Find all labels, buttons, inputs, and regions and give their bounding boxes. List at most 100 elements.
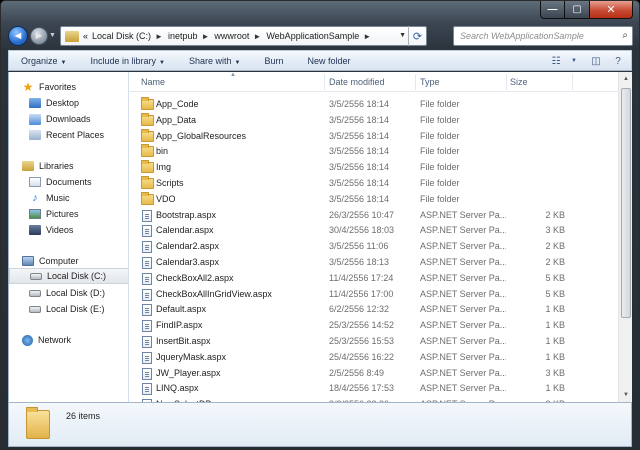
- file-name: App_GlobalResources: [156, 130, 247, 141]
- folder-row[interactable]: App_Data 3/5/2556 18:14 File folder: [130, 112, 618, 129]
- column-divider[interactable]: [506, 74, 507, 90]
- file-date-modified: 25/3/2556 14:52: [329, 320, 395, 331]
- folder-row[interactable]: Img 3/5/2556 18:14 File folder: [130, 160, 618, 176]
- file-name: Scripts: [156, 178, 184, 188]
- content-area: ★ Favorites Desktop Downloads Recent Pla…: [8, 72, 632, 402]
- file-row[interactable]: Calendar2.aspx 3/5/2556 11:06 ASP.NET Serv…: [130, 239, 618, 255]
- vertical-scrollbar[interactable]: ▲ ▼: [618, 72, 632, 402]
- file-row[interactable]: JW_Player.aspx 2/5/2556 8:49 ASP.NET Serve…: [130, 366, 618, 382]
- forward-button[interactable]: ►: [30, 27, 48, 45]
- sidebar-item-music[interactable]: ♪ Music: [9, 190, 128, 206]
- folder-icon: [141, 176, 154, 189]
- column-divider[interactable]: [572, 74, 573, 90]
- include-in-library-button[interactable]: Include in library ▼: [78, 56, 176, 66]
- column-header-name[interactable]: Name: [141, 77, 165, 87]
- sidebar-item-desktop[interactable]: Desktop: [9, 95, 128, 111]
- breadcrumb-webapplicationsample[interactable]: WebApplicationSample: [266, 31, 359, 41]
- folder-row[interactable]: App_GlobalResources 3/5/2556 18:14 File fo…: [130, 128, 618, 145]
- search-input[interactable]: Search WebApplicationSample ⌕: [453, 26, 633, 46]
- file-row[interactable]: FindIP.aspx 25/3/2556 14:52 ASP.NET Server…: [130, 318, 618, 334]
- minimize-button[interactable]: —: [540, 1, 565, 19]
- file-type: ASP.NET Server Pa...: [420, 257, 506, 267]
- maximize-button[interactable]: ▢: [565, 1, 590, 19]
- breadcrumb-wwwroot[interactable]: wwwroot: [214, 31, 249, 41]
- file-list: ▲ Name Date modified Type Size App_Code 3…: [130, 72, 618, 402]
- folder-row[interactable]: bin 3/5/2556 18:14 File folder: [130, 144, 618, 160]
- chevron-down-icon: ▼: [234, 59, 241, 66]
- sidebar-item-computer[interactable]: Computer: [9, 253, 128, 269]
- file-type: File folder: [420, 193, 460, 204]
- breadcrumb-local-disk-c[interactable]: Local Disk (C:): [92, 31, 151, 41]
- address-bar[interactable]: « Local Disk (C:) ► inetpub ► wwwroot ► …: [60, 26, 427, 46]
- sidebar-item-videos[interactable]: Videos: [9, 222, 128, 238]
- file-date-modified: 30/4/2556 18:03: [329, 225, 395, 236]
- search-icon[interactable]: ⌕: [622, 30, 628, 41]
- breadcrumb-separator-icon[interactable]: ►: [253, 32, 261, 41]
- file-row[interactable]: CheckBoxAllInGridView.aspx 11/4/2556 17:0…: [130, 287, 618, 303]
- file-row[interactable]: LINQ.aspx 18/4/2556 17:53 ASP.NET Server P…: [130, 381, 618, 397]
- file-row[interactable]: Default.aspx 6/2/2556 12:32 ASP.NET Server…: [130, 302, 618, 318]
- folder-row[interactable]: App_Code 3/5/2556 18:14 File folder: [130, 97, 618, 113]
- sidebar-item-local-disk-d[interactable]: Local Disk (D:): [9, 285, 128, 301]
- view-options-dropdown-icon[interactable]: ▼: [565, 54, 583, 68]
- sidebar-item-label: Videos: [46, 225, 74, 235]
- column-header-date-modified[interactable]: Date modified: [329, 77, 385, 87]
- file-size: 1 KB: [545, 336, 565, 346]
- burn-button[interactable]: Burn: [252, 56, 295, 66]
- file-row[interactable]: InsertBit.aspx 25/3/2556 15:53 ASP.NET Ser…: [130, 334, 618, 350]
- file-row[interactable]: Bootstrap.aspx 26/3/2556 10:47 ASP.NET Ser…: [130, 208, 618, 224]
- include-in-library-label: Include in library: [90, 55, 157, 66]
- file-row[interactable]: JqueryMask.aspx 25/4/2556 16:22 ASP.NET Se…: [130, 350, 618, 366]
- preview-pane-icon[interactable]: ◫: [587, 54, 605, 68]
- scrollbar-thumb[interactable]: [621, 88, 631, 318]
- file-name: Calendar2.aspx: [156, 241, 220, 252]
- file-type: ASP.NET Server Pa...: [420, 320, 506, 331]
- file-row[interactable]: CheckBoxAll2.aspx 11/4/2556 17:24 ASP.NET …: [130, 271, 618, 287]
- file-name: Calendar.aspx: [156, 225, 214, 236]
- sidebar-item-downloads[interactable]: Downloads: [9, 111, 128, 127]
- organize-label: Organize: [21, 55, 58, 66]
- breadcrumb-separator-icon[interactable]: ►: [201, 32, 209, 41]
- breadcrumb-separator-icon[interactable]: ►: [363, 32, 371, 41]
- file-date-modified: 3/5/2556 18:14: [329, 162, 390, 173]
- navigation-bar: ◄ ► ▼ « Local Disk (C:) ► inetpub ► wwwr…: [1, 23, 639, 49]
- sidebar-item-recent-places[interactable]: Recent Places: [9, 127, 128, 143]
- help-icon[interactable]: ?: [609, 54, 627, 68]
- file-row[interactable]: Calendar3.aspx 3/5/2556 18:13 ASP.NET Serv…: [130, 255, 618, 271]
- aspx-file-icon: [142, 272, 152, 285]
- sidebar-item-local-disk-c[interactable]: Local Disk (C:): [9, 268, 128, 284]
- address-overflow-chevron[interactable]: «: [83, 31, 88, 41]
- sidebar-item-network[interactable]: Network: [9, 332, 128, 348]
- folder-row[interactable]: VDO 3/5/2556 18:14 File folder: [130, 191, 618, 208]
- drive-icon: [29, 289, 41, 297]
- sidebar-item-pictures[interactable]: Pictures: [9, 206, 128, 222]
- folder-row[interactable]: Scripts 3/5/2556 18:14 File folder: [130, 176, 618, 192]
- column-header-type[interactable]: Type: [420, 77, 440, 87]
- file-row[interactable]: Calendar.aspx 30/4/2556 18:03 ASP.NET Serv…: [130, 223, 618, 239]
- column-divider[interactable]: [415, 74, 416, 90]
- breadcrumb-separator-icon[interactable]: ►: [155, 32, 163, 41]
- back-button[interactable]: ◄: [8, 26, 28, 46]
- documents-icon: [29, 177, 41, 187]
- aspx-file-icon: [142, 257, 152, 269]
- new-folder-button[interactable]: New folder: [295, 56, 362, 66]
- refresh-icon[interactable]: ⟳: [408, 26, 426, 46]
- breadcrumb-inetpub[interactable]: inetpub: [168, 31, 198, 41]
- file-date-modified: 25/3/2556 15:53: [329, 336, 395, 346]
- sidebar-item-documents[interactable]: Documents: [9, 174, 128, 190]
- sidebar-item-local-disk-e[interactable]: Local Disk (E:): [9, 301, 128, 317]
- column-header-size[interactable]: Size: [510, 77, 528, 87]
- column-divider[interactable]: [324, 74, 325, 90]
- aspx-file-icon: [142, 336, 152, 348]
- scroll-up-icon[interactable]: ▲: [619, 72, 633, 86]
- address-dropdown-icon[interactable]: ▼: [399, 32, 406, 39]
- sidebar-item-libraries[interactable]: Libraries: [9, 158, 128, 174]
- file-date-modified: 2/5/2556 8:49: [329, 367, 385, 378]
- close-button[interactable]: ✕: [590, 1, 633, 19]
- scroll-down-icon[interactable]: ▼: [619, 388, 633, 402]
- change-view-icon[interactable]: ☷: [547, 54, 565, 68]
- recent-pages-dropdown-icon[interactable]: ▼: [49, 32, 56, 39]
- sidebar-item-favorites[interactable]: ★ Favorites: [9, 79, 128, 95]
- organize-button[interactable]: Organize ▼: [9, 56, 78, 66]
- share-with-button[interactable]: Share with ▼: [177, 56, 252, 66]
